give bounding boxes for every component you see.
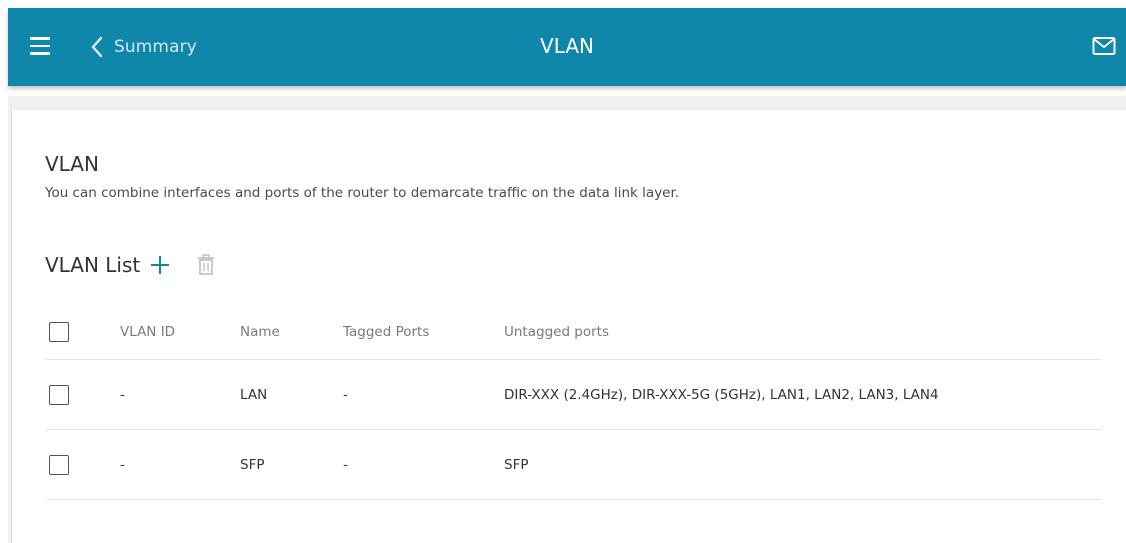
vlan-list-header: VLAN List <box>45 250 215 280</box>
tagged-ports-cell: - <box>343 456 348 473</box>
column-header-vlan-id: VLAN ID <box>120 324 176 340</box>
back-link-label: Summary <box>114 37 197 57</box>
untagged-ports-cell: SFP <box>504 456 529 473</box>
hamburger-menu-icon[interactable] <box>30 37 50 55</box>
trash-icon[interactable] <box>197 254 215 276</box>
section-description: You can combine interfaces and ports of … <box>45 185 680 201</box>
column-header-untagged-ports: Untagged ports <box>504 324 610 340</box>
chevron-left-icon <box>90 36 108 58</box>
row-checkbox[interactable] <box>49 454 69 475</box>
plus-icon[interactable] <box>149 254 171 276</box>
top-app-bar: Summary VLAN <box>8 8 1126 86</box>
column-header-tagged-ports: Tagged Ports <box>343 324 430 340</box>
row-checkbox[interactable] <box>49 384 69 405</box>
column-header-name: Name <box>240 324 280 340</box>
select-all-checkbox[interactable] <box>49 322 69 342</box>
back-to-summary-link[interactable]: Summary <box>90 32 197 62</box>
vlan-id-cell: - <box>120 386 125 403</box>
vlan-list-title: VLAN List <box>45 253 141 277</box>
content-area: VLAN You can combine interfaces and port… <box>8 96 1126 543</box>
table-header-row: VLAN ID Name Tagged Ports Untagged ports <box>46 305 1101 360</box>
tagged-ports-cell: - <box>343 386 348 403</box>
section-title: VLAN <box>45 152 99 176</box>
vlan-card: VLAN You can combine interfaces and port… <box>11 110 1126 543</box>
vlan-id-cell: - <box>120 456 125 473</box>
untagged-ports-cell: DIR-XXX (2.4GHz), DIR-XXX-5G (5GHz), LAN… <box>504 386 939 403</box>
table-row[interactable]: - LAN - DIR-XXX (2.4GHz), DIR-XXX-5G (5G… <box>46 360 1101 430</box>
vlan-table: VLAN ID Name Tagged Ports Untagged ports… <box>46 305 1101 500</box>
name-cell: LAN <box>240 386 268 403</box>
mail-icon[interactable] <box>1092 36 1116 56</box>
table-row[interactable]: - SFP - SFP <box>46 430 1101 500</box>
name-cell: SFP <box>240 456 265 473</box>
page: Summary VLAN VLAN You can combine interf… <box>0 0 1126 543</box>
